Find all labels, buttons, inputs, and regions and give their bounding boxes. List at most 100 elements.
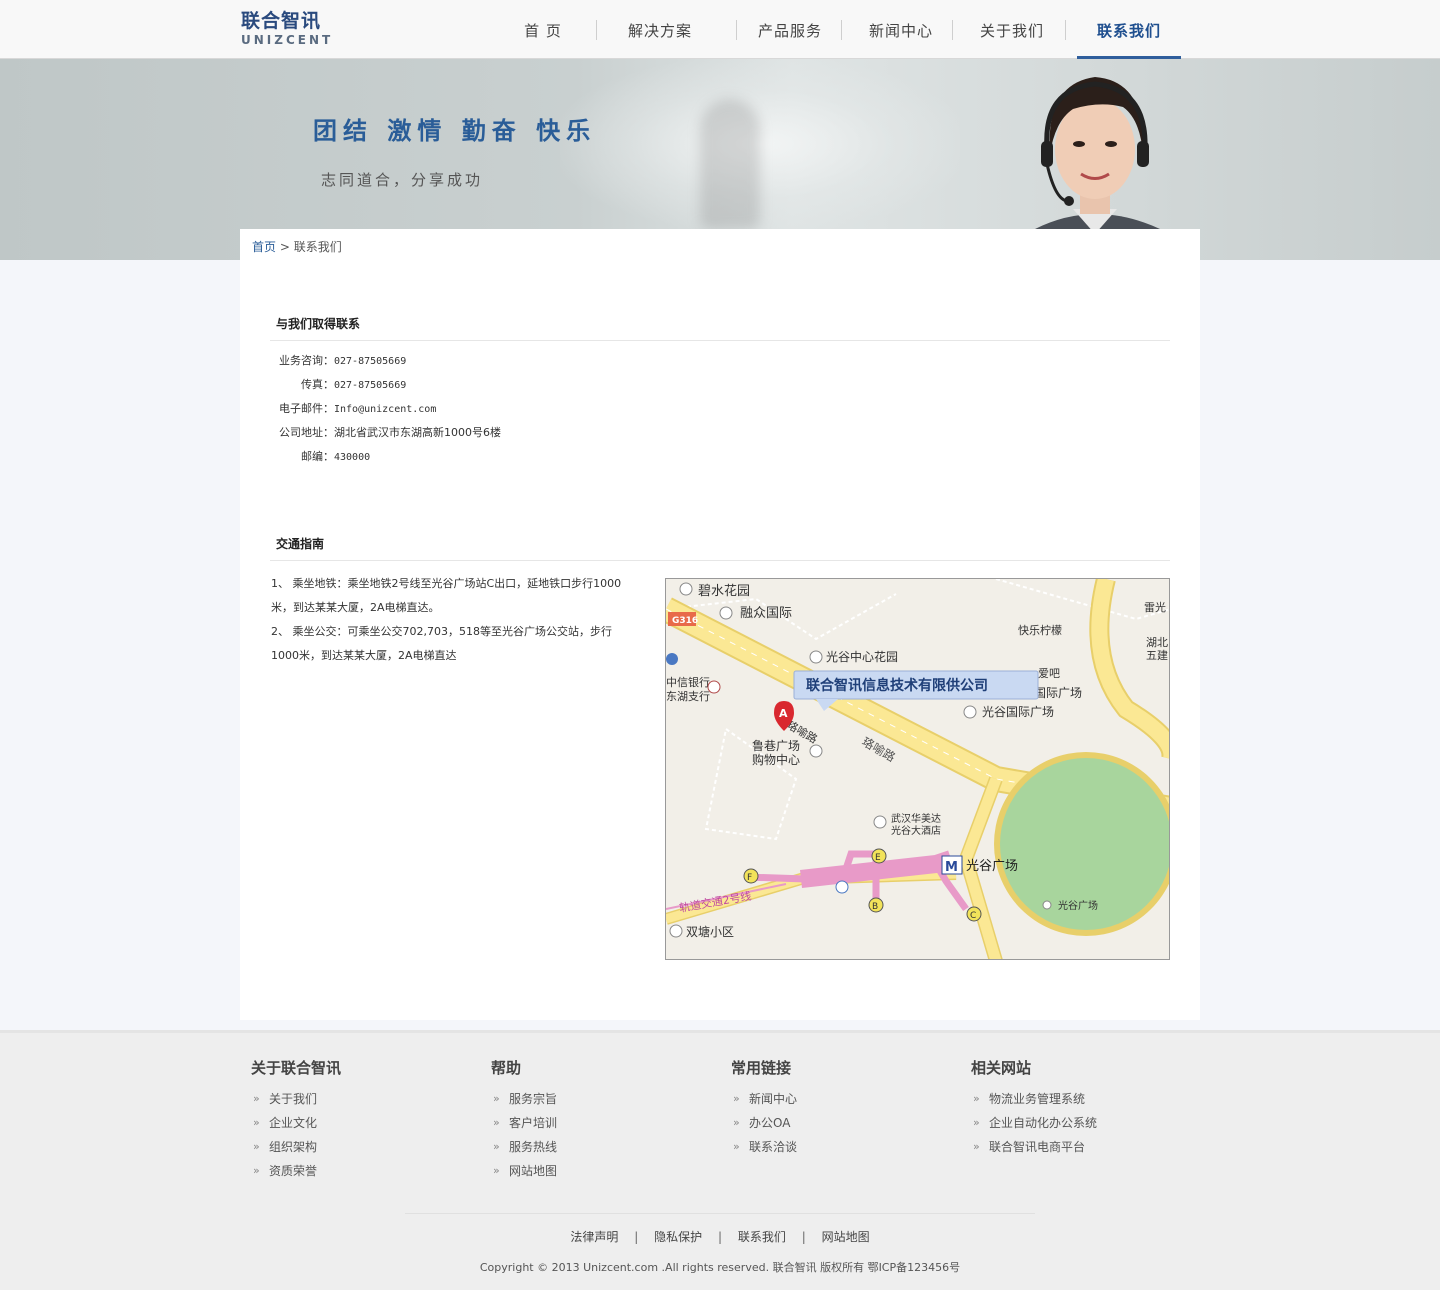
footer-link-sitemap[interactable]: 网站地图 <box>822 1230 870 1244</box>
footer-link[interactable]: 联系洽谈 <box>731 1135 951 1159</box>
logo[interactable]: 联合智讯 UNIZCENT <box>241 10 331 50</box>
footer-column-title: 常用链接 <box>731 1059 792 1077</box>
contact-section-title: 与我们取得联系 <box>276 317 361 331</box>
contact-label: 邮编： <box>301 450 334 463</box>
map-label-aiba: 爱吧 <box>1038 667 1060 680</box>
footer-column-links: 常用链接 新闻中心 办公OA 联系洽谈 <box>731 1057 951 1159</box>
footer-bottom-links: 法律声明 | 隐私保护 | 联系我们 | 网站地图 <box>0 1228 1440 1245</box>
map-label-zhongxin-2: 东湖支行 <box>666 690 710 703</box>
contact-label: 业务咨询： <box>279 354 334 367</box>
footer: 关于联合智讯 关于我们 企业文化 组织架构 资质荣誉 帮助 服务宗旨 客户培训 … <box>0 1030 1440 1290</box>
map-label-luxiang-2: 购物中心 <box>752 752 800 767</box>
contact-row-fax: 传真：027-87505669 <box>270 376 770 392</box>
map-label-kuaile: 快乐柠檬 <box>1018 623 1062 637</box>
nav-news[interactable]: 新闻中心 <box>861 0 941 59</box>
footer-link[interactable]: 联合智讯电商平台 <box>971 1135 1191 1159</box>
contact-value[interactable]: Info@unizcent.com <box>334 404 436 415</box>
nav-divider <box>596 20 597 40</box>
nav-divider <box>841 20 842 40</box>
banner-glow <box>560 59 960 229</box>
map-label-guanggu-garden: 光谷中心花园 <box>826 649 898 664</box>
map-label-wujian: 五建 <box>1146 648 1168 662</box>
transport-line-bus: 2、 乘坐公交：可乘坐公交702,703，518等至光谷广场公交站，步行1000… <box>271 625 612 662</box>
footer-column-related: 相关网站 物流业务管理系统 企业自动化办公系统 联合智讯电商平台 <box>971 1057 1191 1159</box>
contact-value: 027-87505669 <box>334 356 407 367</box>
footer-column-title: 帮助 <box>491 1059 522 1077</box>
copyright: Copyright © 2013 Unizcent.com .All right… <box>479 1261 961 1274</box>
section-divider <box>270 560 1170 561</box>
contact-label: 电子邮件： <box>279 402 334 415</box>
footer-divider <box>405 1213 1035 1214</box>
breadcrumb-chevron-icon: > <box>279 240 290 254</box>
footer-link[interactable]: 网站地图 <box>491 1159 711 1183</box>
footer-column-about: 关于联合智讯 关于我们 企业文化 组织架构 资质荣誉 <box>251 1057 471 1183</box>
map-exit-f: F <box>747 873 752 883</box>
nav-products[interactable]: 产品服务 <box>750 0 830 59</box>
footer-link-contact[interactable]: 联系我们 <box>738 1230 786 1244</box>
map-label-hotel-2: 光谷大酒店 <box>891 824 941 837</box>
map-label-station: 光谷广场 <box>966 859 1018 874</box>
map-label-zhongxin-1: 中信银行 <box>666 675 710 689</box>
header: 联合智讯 UNIZCENT 首 页 解决方案 产品服务 新闻中心 关于我们 联系… <box>0 0 1440 59</box>
location-map[interactable]: G316 碧水花园 融众国际 雷光 快乐柠檬 湖北 五建 光谷中心花园 爱吧 中… <box>665 578 1170 960</box>
map-label-luxiang-1: 鲁巷广场 <box>752 739 800 753</box>
contact-row-postcode: 邮编：430000 <box>270 448 770 464</box>
nav-solutions[interactable]: 解决方案 <box>620 0 700 59</box>
map-label-intl-square-2: 光谷国际广场 <box>982 705 1054 719</box>
contact-row-email: 电子邮件：Info@unizcent.com <box>270 400 770 416</box>
map-marker-a: A <box>779 707 788 720</box>
transport-section-title: 交通指南 <box>276 537 325 551</box>
footer-link[interactable]: 资质荣誉 <box>251 1159 471 1183</box>
footer-link[interactable]: 物流业务管理系统 <box>971 1087 1191 1111</box>
metro-icon: M <box>945 860 958 875</box>
contact-row-address: 公司地址：湖北省武汉市东湖高新1000号6楼 <box>270 424 770 440</box>
map-label-leiguang: 雷光 <box>1144 600 1166 614</box>
footer-link[interactable]: 企业自动化办公系统 <box>971 1111 1191 1135</box>
breadcrumb-home-link[interactable]: 首页 <box>252 240 276 254</box>
map-label-g316: G316 <box>672 616 698 626</box>
map-label-bishui: 碧水花园 <box>698 583 750 599</box>
logo-chinese: 联合智讯 <box>241 10 322 32</box>
main-content: 首页 > 联系我们 与我们取得联系 业务咨询：027-87505669 传真：0… <box>240 229 1200 1020</box>
footer-link[interactable]: 新闻中心 <box>731 1087 951 1111</box>
nav-contact[interactable]: 联系我们 <box>1077 0 1181 59</box>
banner-subslogan: 志同道合，分享成功 <box>321 171 484 189</box>
nav-divider <box>952 20 953 40</box>
footer-link-separator: | <box>801 1230 806 1244</box>
contact-value: 027-87505669 <box>334 380 407 391</box>
footer-link-privacy[interactable]: 隐私保护 <box>654 1230 702 1244</box>
contact-row-phone: 业务咨询：027-87505669 <box>270 352 770 368</box>
nav-divider <box>736 20 737 40</box>
breadcrumb: 首页 > 联系我们 <box>252 238 342 255</box>
footer-link[interactable]: 服务宗旨 <box>491 1087 711 1111</box>
logo-english: UNIZCENT <box>241 33 334 47</box>
footer-link[interactable]: 客户培训 <box>491 1111 711 1135</box>
footer-link[interactable]: 企业文化 <box>251 1111 471 1135</box>
transport-line-metro: 1、 乘坐地铁：乘坐地铁2号线至光谷广场站C出口，延地铁口步行1000米，到达某… <box>271 577 622 614</box>
nav-divider <box>1065 20 1066 40</box>
map-label-rongzhong: 融众国际 <box>740 606 792 621</box>
nav-home[interactable]: 首 页 <box>505 0 581 59</box>
footer-link-separator: | <box>634 1230 639 1244</box>
footer-link[interactable]: 办公OA <box>731 1111 951 1135</box>
contact-value: 湖北省武汉市东湖高新1000号6楼 <box>334 426 501 439</box>
footer-column-title: 关于联合智讯 <box>251 1059 342 1077</box>
banner-slogan: 团结 激情 勤奋 快乐 <box>313 117 597 145</box>
section-divider <box>270 340 1170 341</box>
map-exit-e: E <box>875 853 881 863</box>
map-label-shuangtang: 双塘小区 <box>686 924 734 939</box>
map-label-square: 光谷广场 <box>1058 899 1098 912</box>
footer-link[interactable]: 关于我们 <box>251 1087 471 1111</box>
footer-link[interactable]: 组织架构 <box>251 1135 471 1159</box>
footer-link-separator: | <box>717 1230 723 1244</box>
nav-about[interactable]: 关于我们 <box>972 0 1052 59</box>
footer-link[interactable]: 服务热线 <box>491 1135 711 1159</box>
footer-column-help: 帮助 服务宗旨 客户培训 服务热线 网站地图 <box>491 1057 711 1183</box>
breadcrumb-current: 联系我们 <box>293 240 342 254</box>
map-label-hotel-1: 武汉华美达 <box>891 812 941 825</box>
footer-link-legal[interactable]: 法律声明 <box>570 1230 618 1244</box>
map-label-intl-square-1: 国际广场 <box>1034 686 1082 700</box>
contact-label: 公司地址： <box>279 426 334 439</box>
map-label-hubei: 湖北 <box>1146 636 1168 649</box>
banner-background-figure <box>700 99 760 229</box>
